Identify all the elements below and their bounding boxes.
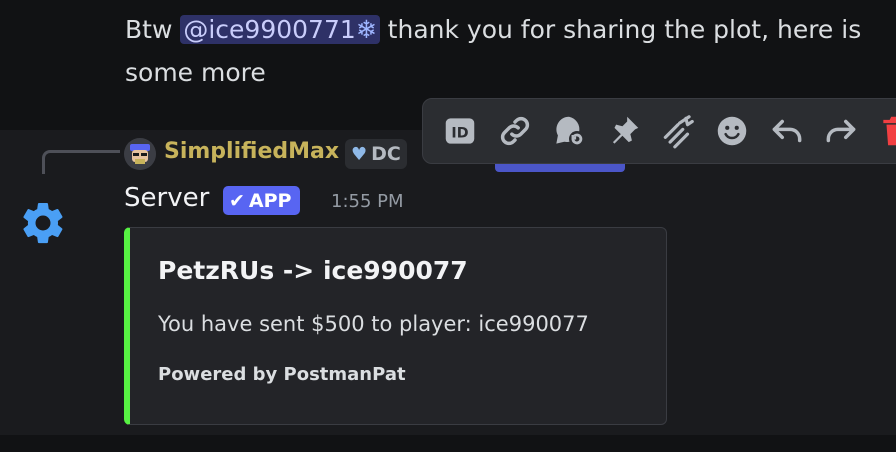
reply-icon bbox=[772, 119, 802, 143]
user-mention[interactable]: @ice9900771❄ bbox=[180, 15, 380, 44]
reply-avatar[interactable] bbox=[124, 138, 156, 170]
share-button[interactable] bbox=[816, 105, 866, 157]
app-badge-label: APP bbox=[248, 189, 292, 212]
delete-button[interactable] bbox=[871, 105, 896, 157]
copy-id-button[interactable]: ID bbox=[435, 105, 485, 157]
emoji-icon bbox=[718, 116, 747, 146]
forward-icon bbox=[663, 115, 694, 149]
embed-footer: Powered by PostmanPat bbox=[158, 364, 406, 385]
mention-label: @ice9900771 bbox=[183, 15, 356, 44]
gear-icon[interactable] bbox=[18, 198, 68, 248]
message-author[interactable]: Server bbox=[124, 183, 209, 213]
message-text-prefix: Btw bbox=[125, 15, 181, 44]
previous-message-text: Btw @ice9900771❄ thank you for sharing t… bbox=[125, 8, 895, 94]
heart-icon: ♥ bbox=[351, 143, 368, 165]
app-badge: ✔ APP bbox=[223, 186, 301, 215]
embed-title: PetzRUs -> ice990077 bbox=[158, 256, 468, 285]
snowflake-icon: ❄ bbox=[355, 15, 377, 44]
message-embed: PetzRUs -> ice990077 You have sent $500 … bbox=[124, 227, 667, 425]
embed-description: You have sent $500 to player: ice990077 bbox=[158, 312, 589, 336]
reply-username[interactable]: SimplifiedMax bbox=[164, 139, 339, 164]
copy-link-button[interactable] bbox=[489, 105, 539, 157]
forward-button[interactable] bbox=[653, 105, 703, 157]
reply-button[interactable] bbox=[762, 105, 812, 157]
guild-tag-label: DC bbox=[371, 143, 401, 165]
guild-tag[interactable]: ♥ DC bbox=[345, 139, 407, 169]
id-icon: ID bbox=[445, 118, 475, 144]
pin-button[interactable] bbox=[598, 105, 648, 157]
reply-connector bbox=[42, 150, 120, 174]
message-divider bbox=[0, 435, 896, 452]
message-actions-toolbar: ID bbox=[422, 98, 896, 164]
avatar-icon bbox=[124, 138, 156, 170]
share-icon bbox=[826, 119, 856, 143]
thread-icon bbox=[556, 116, 585, 147]
create-thread-button[interactable] bbox=[544, 105, 594, 157]
svg-text:ID: ID bbox=[452, 125, 469, 141]
add-reaction-button[interactable] bbox=[707, 105, 757, 157]
message-timestamp[interactable]: 1:55 PM bbox=[331, 191, 404, 212]
reply-preview-strip bbox=[495, 164, 625, 172]
checkmark-icon: ✔ bbox=[229, 189, 245, 212]
link-icon bbox=[500, 116, 529, 146]
pin-icon bbox=[612, 116, 638, 144]
delete-icon bbox=[883, 116, 896, 146]
